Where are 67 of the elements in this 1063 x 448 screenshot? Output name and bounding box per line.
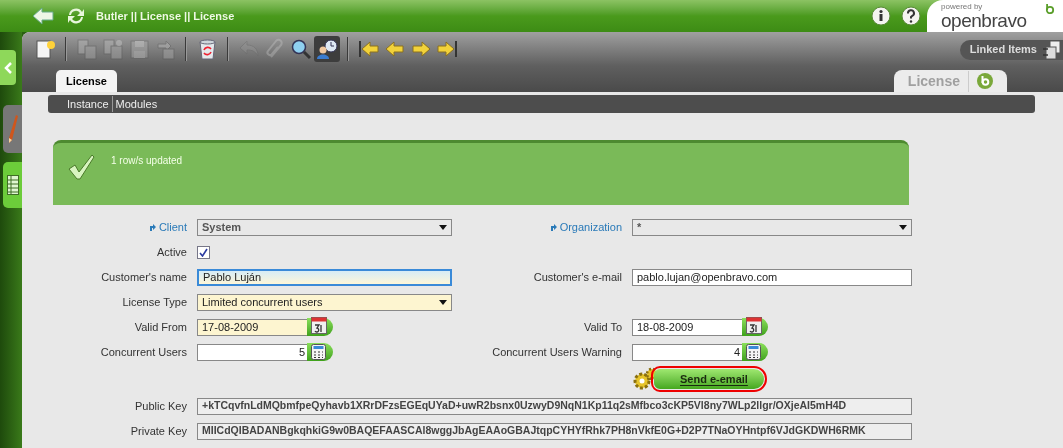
link-arrow-icon (549, 223, 557, 231)
subtab-link[interactable]: Instance (64, 95, 112, 113)
field-label-link[interactable]: Organization (549, 218, 622, 236)
refresh-icon[interactable] (66, 6, 86, 26)
date-field[interactable]: 17-08-2009 (197, 318, 310, 336)
field-label: Private Key (130, 423, 187, 439)
field-label-link[interactable]: Client (148, 218, 187, 236)
help-icon[interactable] (901, 6, 921, 26)
calculator-icon (746, 344, 761, 360)
paperclip-icon (264, 38, 286, 60)
calculator-button[interactable] (742, 343, 768, 361)
previous-record-icon (384, 38, 406, 60)
calendar-icon (746, 316, 762, 334)
calendar-button[interactable] (307, 318, 333, 336)
info-icon[interactable] (871, 6, 891, 26)
last-record-icon (436, 38, 458, 60)
field-label: Customer's name (101, 269, 187, 285)
person-clock-icon (316, 38, 338, 60)
documents-icon (1043, 39, 1063, 60)
dropdown-arrow-icon (439, 299, 447, 305)
link-arrow-icon (148, 223, 156, 231)
logo: powered by openbravo (927, 0, 1063, 32)
person-clock-button[interactable] (314, 36, 340, 62)
dropdown[interactable]: * (632, 218, 912, 236)
number-field[interactable]: 4 (632, 343, 745, 361)
field-label: Public Key (135, 398, 187, 414)
calendar-icon (311, 316, 327, 334)
calculator-icon (311, 344, 326, 360)
logo-icon (977, 73, 993, 89)
copy-icon (76, 38, 98, 60)
field-label: Concurrent Users Warning (492, 344, 622, 360)
field-label: Customer's e-mail (533, 269, 622, 285)
first-record-icon (358, 38, 380, 60)
number-field[interactable]: 5 (197, 343, 310, 361)
linked-items-button[interactable]: Linked Items (959, 39, 1063, 60)
back-icon[interactable] (32, 6, 54, 26)
subtab-link[interactable]: Modules (111, 95, 161, 113)
field-label: Active (157, 244, 187, 260)
dropdown[interactable]: Limited concurrent users (197, 293, 452, 311)
dropdown-arrow-icon (439, 224, 447, 230)
calendar-button[interactable] (742, 318, 768, 336)
checkmark-icon (67, 153, 95, 181)
send-email-button[interactable]: Send e-email (654, 369, 764, 389)
field-label: License Type (122, 294, 187, 310)
key-field[interactable]: MIICdQIBADANBgkqhkiG9w0BAQEFAASCAl8wggJbAgEAAoGBAJtqpCYHYfRhk7PH8nVkfE0G+D2P7TNaOYHntpf6VJdGKDWH6RMK (197, 422, 912, 440)
new-document-icon (34, 38, 56, 60)
checkbox[interactable] (197, 245, 210, 259)
message-text: 1 row/s updated (111, 154, 183, 168)
trash-icon (196, 38, 218, 60)
text-field[interactable]: pablo.lujan@openbravo.com (632, 268, 912, 286)
key-field[interactable]: +kTCqvfnLdMQbmfpeQyhavb1XRrDFzsEGEqUYaD+uwR2bsnx0UzwyD9NqN1Kp11q2sMfbco3cKP5Vl8ny7WLp2llgr/OXjeAI5mH4D (197, 397, 912, 415)
pencil-icon (7, 114, 19, 144)
grid-icon (7, 175, 19, 195)
window-title: Butler || License || License (96, 8, 235, 24)
text-field[interactable]: Pablo Luján (197, 268, 452, 286)
search-icon (290, 38, 312, 60)
chevron-left-icon (3, 61, 13, 74)
field-label: Concurrent Users (100, 344, 187, 360)
date-field[interactable]: 18-08-2009 (632, 318, 745, 336)
dropdown-arrow-icon (899, 224, 907, 230)
edit-view-tab[interactable] (3, 105, 23, 153)
calculator-button[interactable] (307, 343, 333, 361)
field-label: Valid To (583, 319, 622, 335)
dropdown[interactable]: System (197, 218, 452, 236)
grid-view-tab[interactable] (3, 162, 23, 208)
tab[interactable]: License (56, 70, 117, 92)
field-label: Valid From (134, 319, 187, 335)
